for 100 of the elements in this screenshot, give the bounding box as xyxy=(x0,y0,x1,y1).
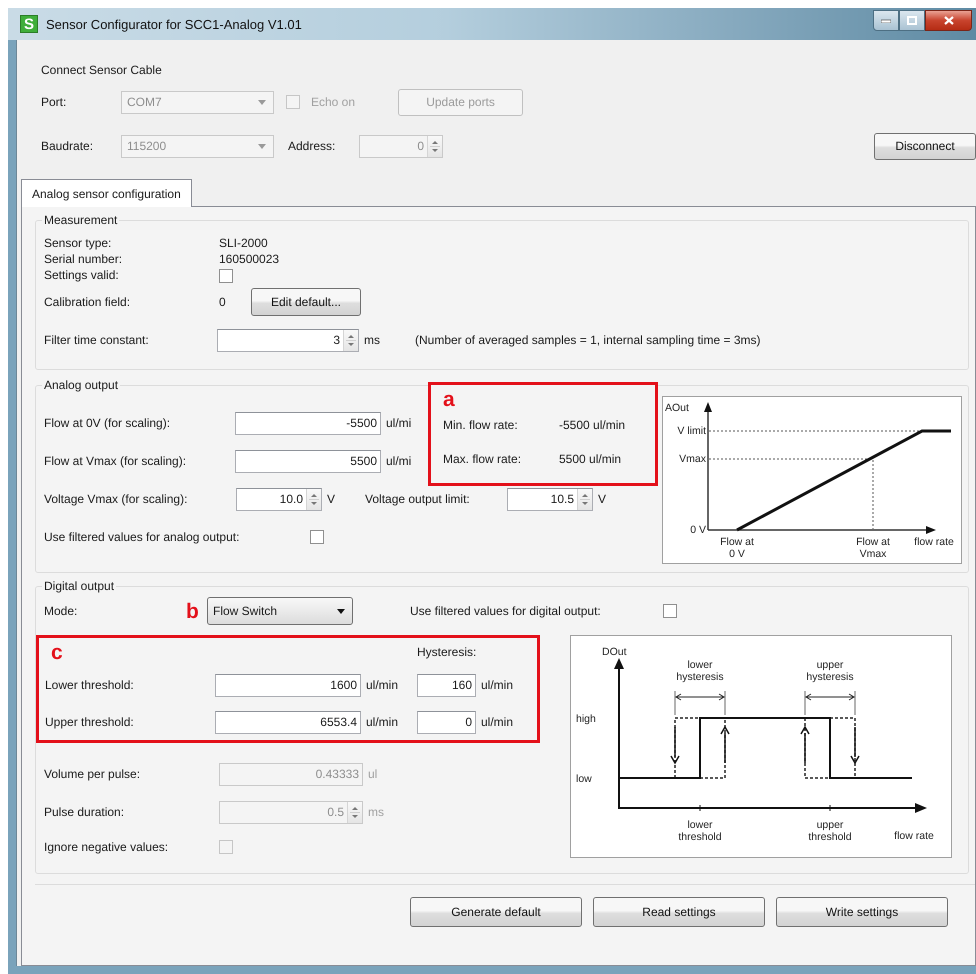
field-label: Flow at Vmax (for scaling): xyxy=(44,454,188,468)
value-text: 160500023 xyxy=(219,251,280,267)
unit-label: ul/mi xyxy=(386,416,412,430)
field-label: Ignore negative values: xyxy=(44,840,170,854)
field-label: Upper threshold: xyxy=(45,715,135,729)
group-title: Analog output xyxy=(43,378,120,392)
field-label: Voltage output limit: xyxy=(365,492,471,506)
checkbox[interactable] xyxy=(663,604,677,618)
close-button[interactable] xyxy=(925,10,972,31)
diagram-label: upper hysteresis xyxy=(806,659,854,683)
button[interactable]: Generate default xyxy=(410,897,582,927)
diagram-label: upper threshold xyxy=(808,819,852,843)
caret-icon xyxy=(258,144,266,148)
diagram-label: low xyxy=(576,773,592,785)
field-label: Voltage Vmax (for scaling): xyxy=(44,492,188,506)
annotation-letter: a xyxy=(443,388,455,411)
input-field[interactable]: 6553.4 xyxy=(215,710,361,734)
unit-label: ul/min xyxy=(481,715,514,729)
field-label: Pulse duration: xyxy=(44,805,126,819)
field-label: Address: xyxy=(288,139,336,153)
spin-field[interactable]: 10.0 xyxy=(236,488,322,510)
checkbox[interactable] xyxy=(219,269,233,283)
hysteresis-bracket xyxy=(674,690,726,716)
column-heading: Hysteresis: xyxy=(417,645,476,659)
annotation-letter: c xyxy=(50,642,64,662)
button[interactable]: Disconnect xyxy=(874,132,976,160)
minimize-icon xyxy=(881,18,891,22)
unit-label: ul/min xyxy=(481,678,514,692)
diagram-label: 0 V xyxy=(690,524,706,536)
field-label: Calibration field: xyxy=(44,295,132,309)
arrow xyxy=(850,727,860,765)
value-text: 0 xyxy=(219,295,227,309)
diagram-label: Vmax xyxy=(679,453,706,465)
caret-icon xyxy=(337,608,345,614)
unit-label: ms xyxy=(364,333,380,347)
input-field[interactable]: 0 xyxy=(417,710,476,734)
unit-label: ul xyxy=(368,767,378,781)
hysteresis-bracket xyxy=(804,690,856,716)
value-text: SLI-2000 xyxy=(219,235,269,251)
diagram-label: Flow at Vmax xyxy=(856,536,890,560)
field-label: Baudrate: xyxy=(41,139,94,153)
spin-field[interactable]: 3 xyxy=(217,328,359,352)
window-title: Sensor Configurator for SCC1-Analog V1.01 xyxy=(46,16,302,32)
field-label: Lower threshold: xyxy=(45,678,135,692)
checkbox-label: Echo on xyxy=(311,95,356,109)
diagram-label: V limit xyxy=(677,425,706,437)
spin-buttons[interactable] xyxy=(577,488,592,510)
diagram-label: flow rate xyxy=(894,830,934,842)
unit-label: ul/min xyxy=(366,715,400,729)
field-label: Flow at 0V (for scaling): xyxy=(44,416,172,430)
annotation-letter: b xyxy=(186,600,200,622)
field-label: Settings valid: xyxy=(44,267,120,284)
arrow xyxy=(800,725,810,763)
arrow xyxy=(670,727,680,765)
minimize-button[interactable] xyxy=(873,10,899,31)
tab[interactable]: Analog sensor configuration xyxy=(21,179,192,207)
spin-buttons[interactable] xyxy=(306,488,321,510)
unit-label: V xyxy=(327,492,336,506)
button[interactable]: Read settings xyxy=(593,897,765,927)
checkbox[interactable] xyxy=(310,530,324,544)
section-title: Connect Sensor Cable xyxy=(41,63,162,77)
maximize-icon xyxy=(907,16,917,25)
group-title: Digital output xyxy=(43,579,116,593)
diagram-label: lower threshold xyxy=(678,819,722,843)
close-icon xyxy=(944,16,954,25)
field-label: Serial number: xyxy=(44,251,124,267)
input-field[interactable]: 1600 xyxy=(215,674,361,696)
button[interactable]: Edit default... xyxy=(251,288,361,316)
caret-icon xyxy=(258,100,266,104)
field-label: Min. flow rate: xyxy=(443,418,519,432)
diagram-label: flow rate xyxy=(914,536,954,548)
field-label: Mode: xyxy=(44,604,78,618)
field-label: Use filtered values for analog output: xyxy=(44,530,240,544)
value-text: -5500 ul/min xyxy=(559,418,626,432)
diagram-label: DOut xyxy=(602,646,627,658)
input-field[interactable]: 5500 xyxy=(235,450,381,472)
dropdown[interactable]: Flow Switch xyxy=(207,597,353,625)
diagram-label: Flow at 0 V xyxy=(720,536,754,560)
spin-field[interactable]: 10.5 xyxy=(507,488,594,510)
diagram-label: high xyxy=(576,713,596,725)
value-text: 5500 ul/min xyxy=(559,452,622,466)
unit-label: V xyxy=(598,492,606,506)
diagram-label: lower hysteresis xyxy=(676,659,724,683)
field-label: Port: xyxy=(41,95,68,109)
input-field[interactable]: 160 xyxy=(417,674,476,696)
maximize-button[interactable] xyxy=(899,10,925,31)
field-label: Sensor type: xyxy=(44,235,112,251)
unit-label: ul/mi xyxy=(386,454,412,468)
field-label: Use filtered values for digital output: xyxy=(410,604,602,618)
field-label: Max. flow rate: xyxy=(443,452,522,466)
field-label: Filter time constant: xyxy=(44,333,150,347)
input-field[interactable]: -5500 xyxy=(235,412,381,434)
app-logo: S xyxy=(20,15,38,33)
diagram-label: AOut xyxy=(665,402,689,414)
info-text: (Number of averaged samples = 1, internal sampling time = 3ms) xyxy=(415,333,760,347)
button[interactable]: Write settings xyxy=(776,897,948,927)
spin-buttons[interactable] xyxy=(343,330,358,350)
group-title: Measurement xyxy=(43,213,118,227)
unit-label: ms xyxy=(368,805,384,819)
field-label: Volume per pulse: xyxy=(44,767,142,781)
